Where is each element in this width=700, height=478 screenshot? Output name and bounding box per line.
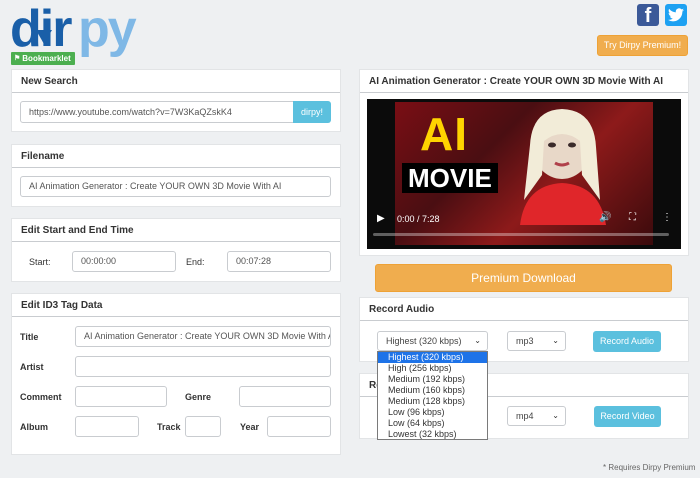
bookmarklet-label: Bookmarklet (22, 54, 71, 63)
dropdown-option[interactable]: Low (64 kbps) (378, 418, 487, 429)
id3-title: Edit ID3 Tag Data (12, 294, 340, 317)
filename-title: Filename (12, 145, 340, 168)
bookmarklet-badge[interactable]: ⚑ Bookmarklet (11, 52, 75, 65)
bookmark-icon: ⚑ (14, 55, 21, 62)
id3-artist-input[interactable] (75, 356, 331, 377)
time-title: Edit Start and End Time (12, 219, 340, 242)
audio-quality-select[interactable]: Highest (320 kbps) ⌄ (377, 331, 488, 351)
try-premium-button[interactable]: Try Dirpy Premium! (597, 35, 688, 56)
chevron-down-icon: ⌄ (552, 336, 559, 345)
premium-download-button[interactable]: Premium Download (375, 264, 672, 292)
id3-track-input[interactable] (185, 416, 221, 437)
audio-quality-dropdown[interactable]: Highest (320 kbps) High (256 kbps) Mediu… (377, 351, 488, 440)
video-player[interactable]: AI MOVIE ▶ 0:00 / 7:28 🔊 ⛶ ⋮ (367, 99, 681, 249)
id3-genre-input[interactable] (239, 386, 331, 407)
video-time-display: 0:00 / 7:28 (397, 214, 440, 224)
id3-track-label: Track (157, 422, 181, 432)
audio-quality-value: Highest (320 kbps) (386, 336, 462, 346)
dirpy-go-button[interactable]: dirpy! (293, 101, 331, 123)
dropdown-option[interactable]: Medium (160 kbps) (378, 385, 487, 396)
video-title: AI Animation Generator : Create YOUR OWN… (360, 70, 688, 93)
volume-icon[interactable]: 🔊 (599, 212, 611, 223)
new-search-title: New Search (12, 70, 340, 93)
chevron-down-icon: ⌄ (474, 336, 481, 345)
dropdown-option[interactable]: Lowest (32 kbps) (378, 429, 487, 440)
dropdown-option[interactable]: Low (96 kbps) (378, 407, 487, 418)
audio-format-value: mp3 (516, 336, 534, 346)
id3-comment-input[interactable] (75, 386, 167, 407)
end-label: End: (186, 257, 205, 267)
time-panel: Edit Start and End Time (11, 218, 341, 282)
id3-year-input[interactable] (267, 416, 331, 437)
filename-input[interactable]: AI Animation Generator : Create YOUR OWN… (20, 176, 331, 197)
record-video-button[interactable]: Record Video (594, 406, 661, 427)
id3-album-label: Album (20, 422, 48, 432)
premium-footnote: * Requires Dirpy Premium (603, 463, 696, 472)
end-time-input[interactable]: 00:07:28 (227, 251, 331, 272)
svg-text:py: py (78, 2, 137, 58)
dropdown-option[interactable]: Highest (320 kbps) (378, 352, 487, 363)
facebook-icon[interactable]: f (637, 4, 659, 26)
record-audio-title: Record Audio (360, 298, 688, 321)
video-format-select[interactable]: mp4 ⌄ (507, 406, 566, 426)
thumbnail-movie-text: MOVIE (402, 163, 498, 193)
thumbnail-ai-text: AI (420, 108, 468, 160)
dropdown-option[interactable]: High (256 kbps) (378, 363, 487, 374)
id3-year-label: Year (240, 422, 260, 432)
id3-artist-label: Artist (20, 362, 44, 372)
chevron-down-icon: ⌄ (552, 411, 559, 420)
id3-title-input[interactable]: AI Animation Generator : Create YOUR OWN… (75, 326, 331, 347)
url-input[interactable]: https://www.youtube.com/watch?v=7W3KaQZs… (20, 101, 294, 123)
dropdown-option[interactable]: Medium (128 kbps) (378, 396, 487, 407)
video-format-value: mp4 (516, 411, 534, 421)
id3-comment-label: Comment (20, 392, 62, 402)
twitter-icon[interactable] (665, 4, 687, 26)
id3-album-input[interactable] (75, 416, 139, 437)
record-audio-button[interactable]: Record Audio (593, 331, 661, 352)
audio-format-select[interactable]: mp3 ⌄ (507, 331, 566, 351)
more-options-icon[interactable]: ⋮ (662, 212, 672, 223)
video-progress-bar[interactable] (373, 233, 669, 236)
start-label: Start: (29, 257, 51, 267)
thumbnail-portrait (520, 109, 606, 225)
id3-title-label: Title (20, 332, 39, 342)
fullscreen-icon[interactable]: ⛶ (629, 212, 636, 223)
id3-genre-label: Genre (185, 392, 212, 402)
play-icon[interactable]: ▶ (377, 213, 385, 224)
dropdown-option[interactable]: Medium (192 kbps) (378, 374, 487, 385)
start-time-input[interactable]: 00:00:00 (72, 251, 176, 272)
